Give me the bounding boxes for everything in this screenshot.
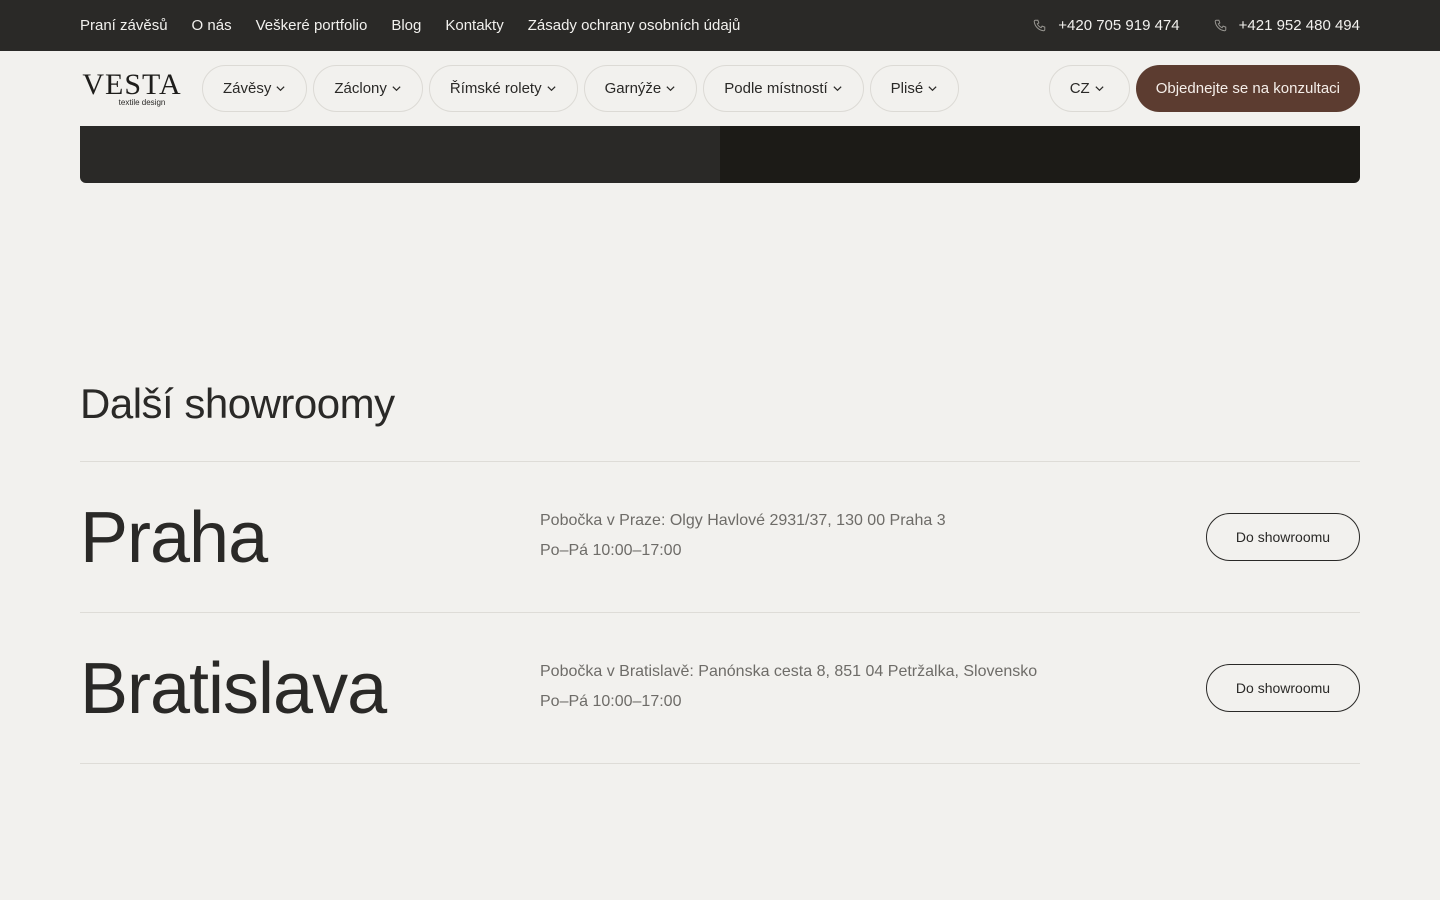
- top-link-kontakty[interactable]: Kontakty: [445, 17, 503, 34]
- chevron-down-icon: [276, 86, 285, 92]
- phone-icon: [1214, 19, 1226, 32]
- top-link-privacy[interactable]: Zásady ochrany osobních údajů: [528, 17, 741, 34]
- chevron-down-icon: [1095, 86, 1104, 92]
- phone-sk-number: +421 952 480 494: [1238, 17, 1360, 34]
- chevron-down-icon: [546, 86, 556, 92]
- phone-cz[interactable]: +420 705 919 474: [1033, 17, 1180, 34]
- showroom-info-bratislava: Pobočka v Bratislavě: Panónska cesta 8, …: [540, 657, 1037, 717]
- phone-sk[interactable]: +421 952 480 494: [1214, 17, 1360, 34]
- nav-item-label: Závěsy: [223, 80, 272, 97]
- nav-item-zaclony[interactable]: Záclony: [313, 65, 423, 112]
- showroom-address: Pobočka v Bratislavě: Panónska cesta 8, …: [540, 663, 1038, 680]
- showroom-info-praha: Pobočka v Praze: Olgy Havlové 2931/37, 1…: [540, 506, 946, 566]
- nav-item-zavesy[interactable]: Závěsy: [202, 65, 308, 112]
- nav-menu: Závěsy Záclony Římské rolety Garnýže Pod…: [202, 65, 960, 112]
- phone-cz-number: +420 705 919 474: [1058, 17, 1180, 34]
- showroom-hours: Po–Pá 10:00–17:00: [540, 542, 682, 559]
- nav-right: CZ Objednejte se na konzultaci: [1048, 65, 1360, 112]
- top-phones: +420 705 919 474 +421 952 480 494: [1033, 17, 1360, 34]
- nav-item-rimske-rolety[interactable]: Římské rolety: [428, 65, 578, 112]
- showroom-hours: Po–Pá 10:00–17:00: [540, 693, 682, 710]
- language-select[interactable]: CZ: [1048, 65, 1130, 112]
- logo[interactable]: VESTA textile design: [80, 67, 184, 107]
- showroom-address: Pobočka v Praze: Olgy Havlové 2931/37, 1…: [540, 512, 946, 529]
- hero-image-right: [720, 126, 1360, 183]
- nav-item-label: Plisé: [890, 80, 924, 97]
- chevron-down-icon: [666, 86, 675, 92]
- nav-item-label: Záclony: [334, 80, 387, 97]
- main-nav: VESTA textile design Závěsy Záclony Říms…: [0, 51, 1440, 126]
- top-links: Praní závěsů O nás Veškeré portfolio Blo…: [80, 17, 740, 34]
- logo-subtitle: textile design: [118, 97, 166, 107]
- nav-item-label: Garnýže: [604, 80, 662, 97]
- top-link-portfolio[interactable]: Veškeré portfolio: [256, 17, 368, 34]
- nav-item-label: Římské rolety: [449, 80, 542, 97]
- divider: [80, 461, 1360, 462]
- nav-item-garnyze[interactable]: Garnýže: [583, 65, 698, 112]
- divider: [80, 763, 1360, 764]
- showroom-city-bratislava: Bratislava: [80, 649, 387, 729]
- showroom-button-bratislava[interactable]: Do showroomu: [1206, 664, 1360, 712]
- language-label: CZ: [1069, 80, 1090, 97]
- consultation-button[interactable]: Objednejte se na konzultaci: [1135, 65, 1360, 112]
- logo-word: VESTA: [82, 67, 182, 101]
- nav-item-label: Podle místností: [724, 80, 828, 97]
- section-title: Další showroomy: [80, 380, 395, 427]
- chevron-down-icon: [392, 86, 401, 92]
- top-link-prani[interactable]: Praní závěsů: [80, 17, 168, 34]
- top-bar: Praní závěsů O nás Veškeré portfolio Blo…: [0, 0, 1440, 51]
- nav-item-podle-mistnosti[interactable]: Podle místností: [703, 65, 864, 112]
- divider: [80, 612, 1360, 613]
- showroom-city-praha: Praha: [80, 498, 268, 578]
- nav-item-plise[interactable]: Plisé: [869, 65, 960, 112]
- chevron-down-icon: [833, 86, 842, 92]
- chevron-down-icon: [928, 86, 937, 92]
- hero-image-bottom: [80, 126, 1360, 183]
- showroom-button-praha[interactable]: Do showroomu: [1206, 513, 1360, 561]
- top-link-blog[interactable]: Blog: [391, 17, 421, 34]
- hero-image-left: [80, 126, 720, 183]
- top-link-o-nas[interactable]: O nás: [192, 17, 232, 34]
- phone-icon: [1033, 19, 1046, 32]
